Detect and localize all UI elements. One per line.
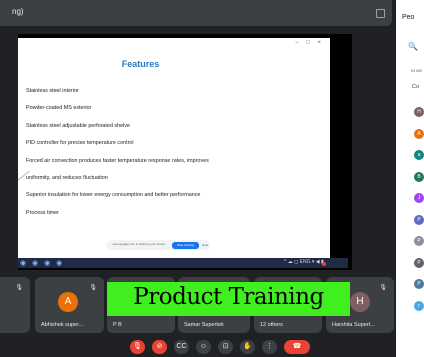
- participant-name: Samar Supertek: [184, 322, 224, 328]
- sharing-notification: meet.google.com is sharing your screen. …: [106, 240, 210, 250]
- slide-window-controls[interactable]: − □ ×: [295, 40, 324, 46]
- feature-item: Forced air convection produces faster te…: [26, 157, 209, 164]
- participant-name: P B: [113, 322, 122, 328]
- window-title-bar: ng): [0, 0, 392, 26]
- people-panel: Peo 🔍 IN ME Co H Aa B J P P P Pr: [396, 0, 424, 357]
- feature-list: Stainless steel interior Powder-coated M…: [26, 85, 316, 224]
- mic-muted-icon: 🎙︎: [15, 285, 23, 291]
- participant-name: Harshita Supert...: [332, 322, 375, 328]
- participant-avatar[interactable]: J: [414, 193, 424, 203]
- participant-avatar[interactable]: P: [414, 257, 424, 268]
- feature-item: Powder-coated MS exterior: [26, 105, 92, 112]
- taskbar-app-icons[interactable]: ◉ ◉ ◉ ◉: [20, 259, 64, 267]
- stop-sharing-button[interactable]: Stop sharing: [172, 241, 199, 249]
- participant-name: 12 others: [260, 322, 283, 328]
- hide-notification-button[interactable]: Hide: [202, 243, 208, 247]
- participant-avatar[interactable]: H: [414, 107, 424, 117]
- expand-window-icon[interactable]: [376, 9, 385, 18]
- participant-avatar[interactable]: B: [414, 171, 424, 182]
- product-training-banner: Product Training: [107, 282, 350, 316]
- sharing-notification-text: meet.google.com is sharing your screen.: [112, 242, 167, 246]
- participant-avatar[interactable]: P: [414, 279, 424, 289]
- contributors-label[interactable]: Co: [412, 84, 419, 90]
- banner-text: Product Training: [133, 284, 324, 310]
- emoji-button[interactable]: ☺: [196, 340, 211, 354]
- panel-title: Peo: [402, 14, 415, 21]
- more-options-button[interactable]: ⋮: [262, 340, 277, 354]
- os-taskbar: ◉ ◉ ◉ ◉ ^ ☁ ◻ ENG ▾ ◀ ▮: [18, 258, 348, 268]
- feature-item: Stainless steel interior: [26, 88, 79, 94]
- participant-avatar[interactable]: A: [414, 128, 424, 139]
- search-icon[interactable]: 🔍: [408, 42, 418, 51]
- presentation-slide: − □ × Features Stainless steel interior …: [18, 38, 330, 258]
- mic-muted-icon: 🎙︎: [379, 285, 387, 291]
- participant-avatar[interactable]: r: [414, 300, 424, 311]
- participant-avatar[interactable]: P: [414, 214, 424, 225]
- participant-tile[interactable]: 🎙︎: [0, 277, 30, 333]
- mic-off-button[interactable]: 🎙: [130, 340, 145, 354]
- leave-call-button[interactable]: ☎: [284, 340, 310, 354]
- present-button[interactable]: ⊡: [218, 340, 233, 354]
- raise-hand-button[interactable]: ✋: [240, 340, 255, 354]
- camera-off-button[interactable]: ⊘: [152, 340, 167, 354]
- avatar: H: [350, 292, 370, 312]
- participant-tile[interactable]: 🎙︎ A Abhishek super...: [35, 277, 104, 333]
- recording-indicator-icon: [322, 262, 326, 266]
- top-bar: ng): [0, 0, 396, 28]
- mic-muted-icon: 🎙︎: [89, 285, 97, 291]
- feature-item: PID controller for precise temperature c…: [26, 140, 134, 147]
- feature-item: uniformity, and reduces fluctuation: [26, 174, 108, 181]
- participant-avatar[interactable]: P: [414, 236, 424, 246]
- call-controls: 🎙 ⊘ CC ☺ ⊡ ✋ ⋮ ☎: [0, 339, 424, 357]
- feature-item: Superior insulation for lower energy con…: [26, 192, 201, 199]
- section-label: IN ME: [411, 68, 423, 73]
- captions-button[interactable]: CC: [174, 340, 189, 354]
- slide-title: Features: [121, 59, 160, 69]
- participant-name: Abhishek super...: [41, 322, 84, 328]
- avatar: A: [58, 292, 78, 312]
- feature-item: Stainless steel adjustable perforated sh…: [26, 122, 130, 129]
- feature-item: Process timer: [26, 209, 59, 216]
- window-title: ng): [12, 7, 24, 16]
- participant-avatar[interactable]: a: [414, 150, 424, 160]
- shared-screen: − □ × Features Stainless steel interior …: [18, 34, 352, 270]
- system-tray[interactable]: ^ ☁ ◻ ENG ▾ ◀ ▮: [284, 259, 324, 265]
